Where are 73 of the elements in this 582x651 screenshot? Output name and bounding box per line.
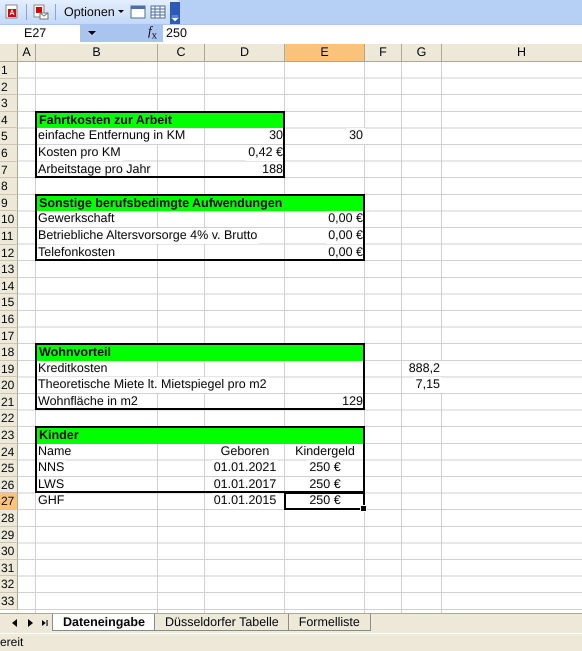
pdf-icon[interactable] <box>4 4 20 20</box>
formula-field[interactable]: 250 <box>163 24 582 42</box>
cell-value: 0,42 € <box>246 144 285 161</box>
name-box[interactable]: E27 <box>0 24 80 42</box>
cell-value: 0,00 € <box>326 228 365 244</box>
row-header[interactable]: 25 <box>0 460 18 477</box>
last-sheet-icon[interactable] <box>42 619 48 627</box>
pdf-mail-icon[interactable] <box>33 4 49 20</box>
overflow-icon[interactable] <box>170 2 180 24</box>
row-header[interactable]: 1 <box>0 62 18 79</box>
row-header[interactable]: 29 <box>0 526 18 544</box>
row-header[interactable]: 19 <box>0 360 18 378</box>
previous-sheet-icon[interactable] <box>12 619 18 627</box>
row-header[interactable]: 15 <box>0 294 18 311</box>
sheet-tab[interactable]: Dateneingabe <box>52 614 156 631</box>
cell-value: Theoretische Miete lt. Mietspiegel pro m2 <box>36 377 269 393</box>
dropdown-arrow-icon[interactable] <box>88 30 96 36</box>
row-header[interactable]: 2 <box>0 78 18 96</box>
row-header[interactable]: 14 <box>0 278 18 294</box>
cell-value: 30 <box>347 128 365 144</box>
column-header[interactable]: A <box>18 44 36 62</box>
row-header[interactable]: 4 <box>0 112 18 128</box>
row-header[interactable]: 21 <box>0 394 18 410</box>
row-header[interactable]: 10 <box>0 211 18 228</box>
options-menu[interactable]: Optionen <box>62 5 126 19</box>
cell-value: einfache Entfernung in KM <box>36 128 188 144</box>
row-header[interactable]: 33 <box>0 593 18 610</box>
sheet-tab[interactable]: Düsseldorfer Tabelle <box>154 614 290 631</box>
table-icon[interactable] <box>150 4 166 20</box>
row-header[interactable]: 7 <box>0 162 18 178</box>
column-header[interactable]: H <box>442 44 582 62</box>
caret-icon <box>118 10 124 14</box>
section-heading: Kinder <box>36 427 365 444</box>
row-header[interactable]: 13 <box>0 261 18 278</box>
cell-value: Betriebliche Altersvorsorge 4% v. Brutto <box>36 228 260 244</box>
row-header[interactable]: 5 <box>0 128 18 145</box>
row-header[interactable]: 18 <box>0 344 18 361</box>
function-button[interactable]: f$_{x}$ <box>146 22 160 44</box>
row-header[interactable]: 22 <box>0 410 18 428</box>
column-header[interactable]: C <box>158 44 205 62</box>
column-header[interactable]: B <box>36 44 158 62</box>
row-header[interactable]: 32 <box>0 576 18 593</box>
row-header[interactable]: 28 <box>0 510 18 527</box>
row-header[interactable]: 20 <box>0 377 18 394</box>
row-header[interactable]: 16 <box>0 310 18 328</box>
cell-value: Arbeitstage pro Jahr <box>36 162 153 178</box>
column-header[interactable]: F <box>365 44 402 62</box>
sheet-tab[interactable]: Formelliste <box>288 614 371 631</box>
column-header[interactable]: E <box>285 44 365 62</box>
window-icon[interactable] <box>130 4 146 20</box>
cell-value: Kindergeld <box>293 444 357 460</box>
fill-handle[interactable] <box>360 505 367 512</box>
row-header[interactable]: 8 <box>0 178 18 195</box>
column-header[interactable]: G <box>402 44 442 62</box>
row-header[interactable]: 24 <box>0 444 18 460</box>
row-header[interactable]: 27 <box>0 493 18 510</box>
row-header[interactable]: 11 <box>0 228 18 245</box>
cell-value: 888,2 <box>406 360 442 376</box>
row-header[interactable]: 26 <box>0 476 18 494</box>
row-header[interactable]: 12 <box>0 244 18 262</box>
column-header[interactable]: D <box>205 44 285 62</box>
status-text: ereit <box>0 635 24 649</box>
row-header[interactable]: 9 <box>0 194 18 212</box>
cell-value: 7,15 <box>414 377 442 393</box>
row-header[interactable]: 6 <box>0 144 18 162</box>
next-sheet-icon[interactable] <box>27 619 33 627</box>
row-header[interactable]: 31 <box>0 560 18 576</box>
row-header[interactable]: 17 <box>0 328 18 344</box>
row-header[interactable]: 30 <box>0 543 18 560</box>
section-heading: Wohnvorteil <box>36 344 365 361</box>
row-header[interactable]: 23 <box>0 427 18 444</box>
row-header[interactable]: 3 <box>0 95 18 112</box>
cell-value: Kosten pro KM <box>36 144 123 161</box>
